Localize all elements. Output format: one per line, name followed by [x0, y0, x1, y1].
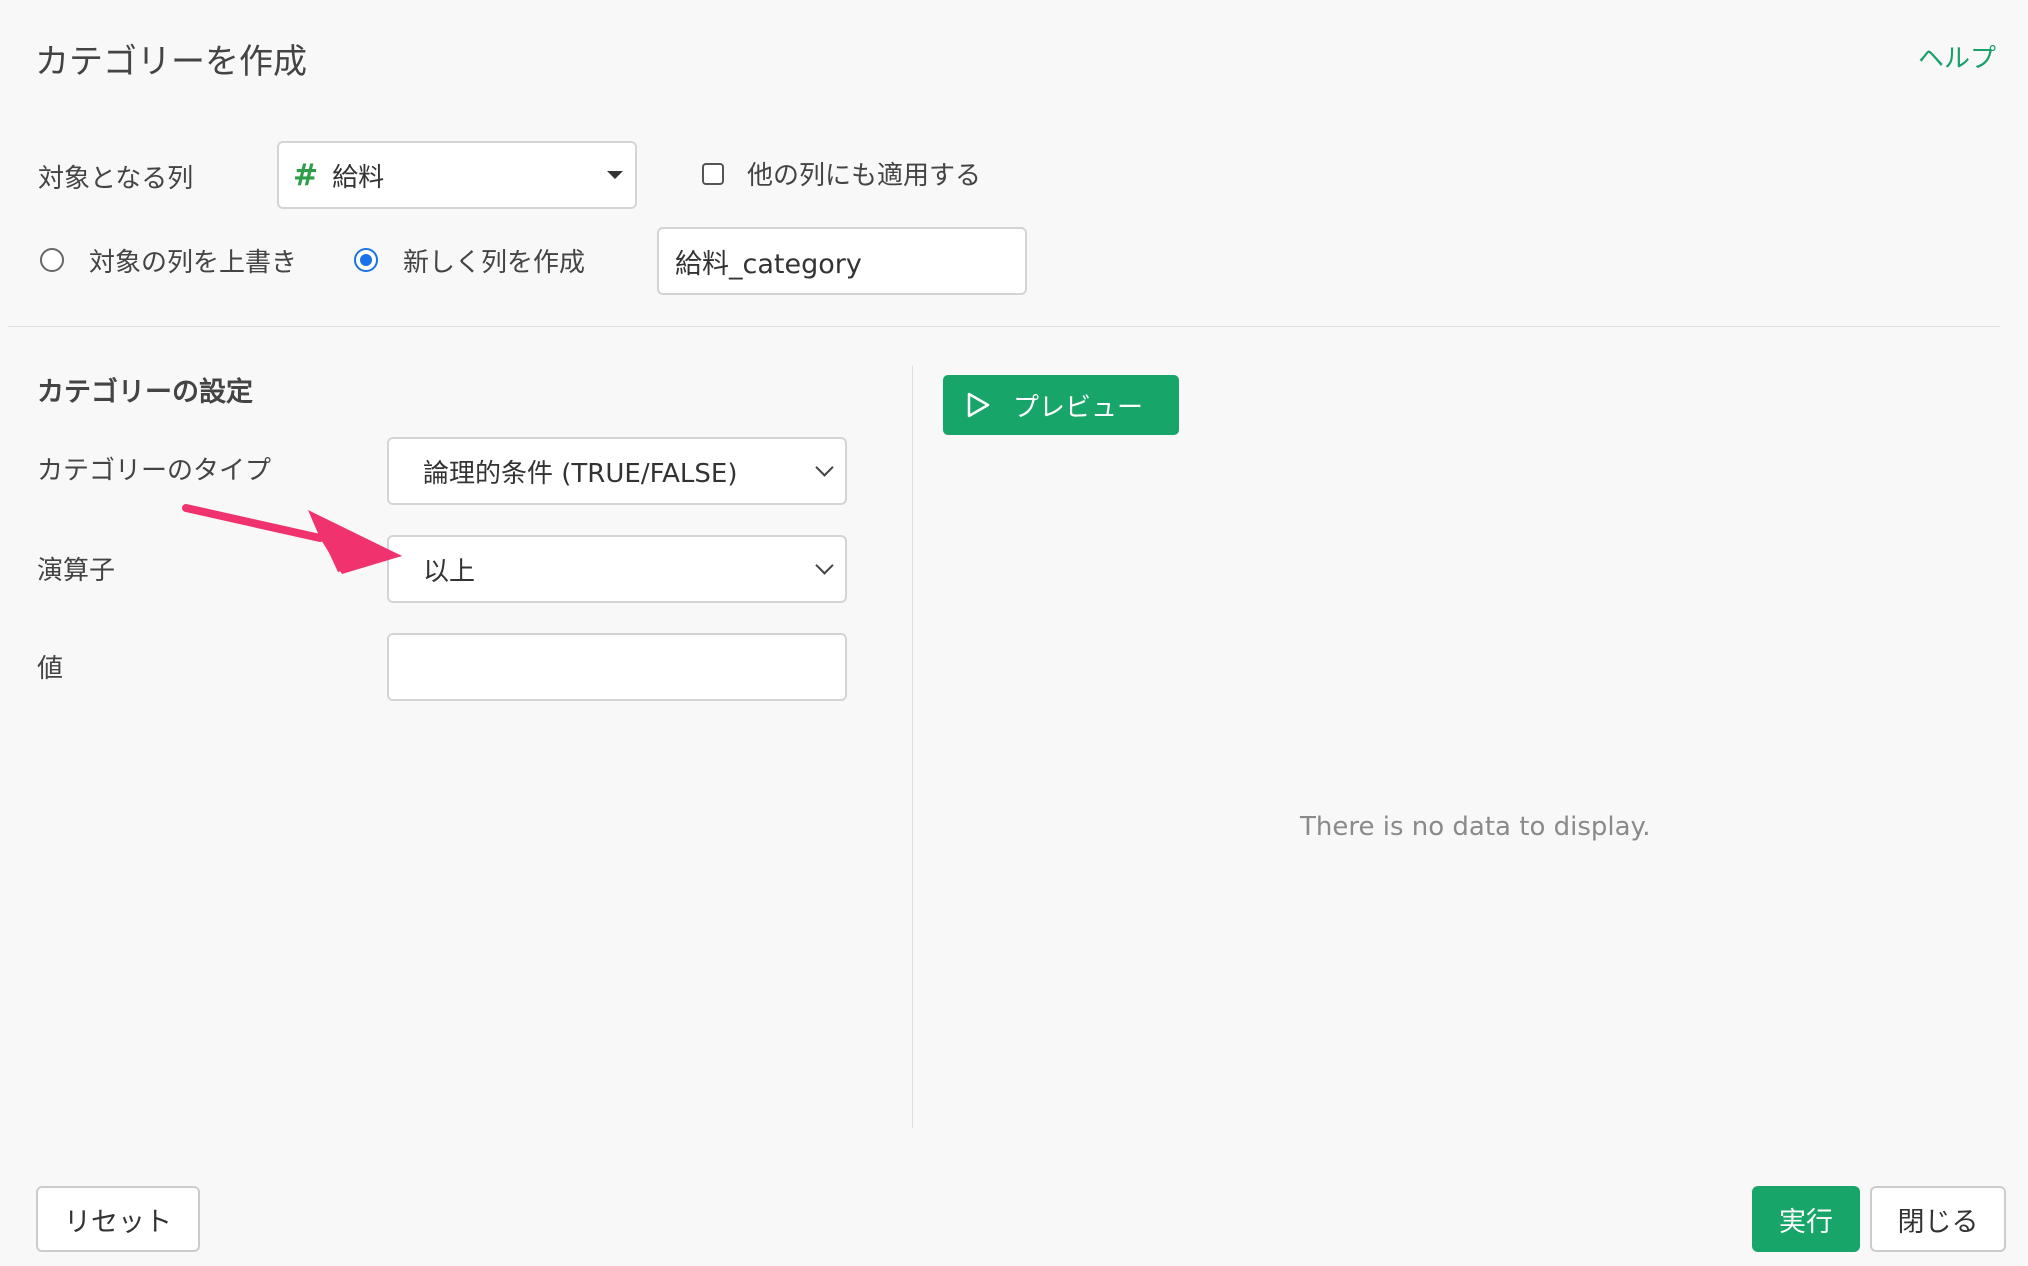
dialog-title: カテゴリーを作成 — [35, 42, 307, 82]
reset-button-label: リセット — [64, 1206, 172, 1238]
target-column-select[interactable]: # 給料 — [277, 141, 637, 209]
category-type-select[interactable]: 論理的条件 (TRUE/FALSE) — [387, 437, 847, 505]
category-settings-title: カテゴリーの設定 — [37, 377, 253, 408]
chevron-down-icon — [815, 556, 834, 575]
target-column-label: 対象となる列 — [38, 164, 194, 194]
annotation-arrow-icon — [182, 504, 402, 574]
help-link[interactable]: ヘルプ — [1918, 38, 1996, 75]
overwrite-column-radio[interactable] — [40, 248, 64, 272]
chevron-down-icon — [815, 458, 834, 477]
reset-button[interactable]: リセット — [36, 1186, 200, 1252]
section-divider — [8, 326, 2000, 327]
preview-button-label: プレビュー — [1013, 392, 1144, 423]
apply-other-columns-label: 他の列にも適用する — [747, 161, 982, 191]
close-button-label: 閉じる — [1897, 1206, 1979, 1238]
close-button[interactable]: 閉じる — [1870, 1186, 2006, 1252]
new-column-name-value: 給料_category — [675, 248, 862, 280]
apply-other-columns-checkbox[interactable] — [702, 163, 724, 185]
run-button-label: 実行 — [1779, 1206, 1833, 1238]
category-type-value: 論理的条件 (TRUE/FALSE) — [423, 458, 738, 489]
number-type-icon: # — [293, 157, 319, 193]
target-column-value: 給料 — [332, 162, 385, 193]
caret-down-icon — [607, 171, 623, 179]
empty-preview-message: There is no data to display. — [1300, 812, 1651, 842]
panel-divider — [912, 366, 913, 1128]
category-type-label: カテゴリーのタイプ — [37, 456, 272, 486]
run-button[interactable]: 実行 — [1752, 1186, 1860, 1252]
new-column-radio[interactable] — [354, 248, 378, 272]
operator-value: 以上 — [423, 556, 476, 587]
new-column-name-input[interactable]: 給料_category — [657, 227, 1027, 295]
operator-select[interactable]: 以上 — [387, 535, 847, 603]
operator-label: 演算子 — [37, 556, 116, 586]
new-column-label: 新しく列を作成 — [403, 248, 586, 278]
value-label: 値 — [37, 654, 64, 684]
value-input[interactable] — [387, 633, 847, 701]
overwrite-column-label: 対象の列を上書き — [89, 248, 298, 278]
preview-button[interactable]: プレビュー — [943, 375, 1179, 435]
play-icon — [967, 392, 990, 418]
